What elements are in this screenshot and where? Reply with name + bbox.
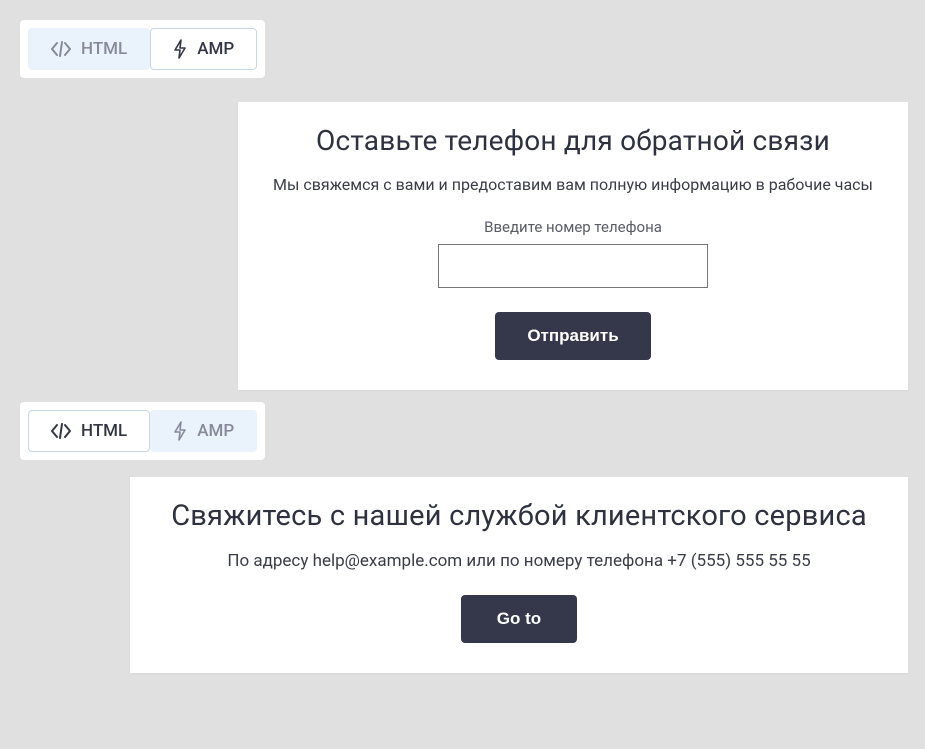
code-icon bbox=[51, 41, 71, 57]
callback-card: Оставьте телефон для обратной связи Мы с… bbox=[238, 102, 908, 390]
tab-group-top: HTML AMP bbox=[20, 20, 265, 78]
tab-amp[interactable]: AMP bbox=[150, 410, 257, 452]
submit-button[interactable]: Отправить bbox=[495, 312, 650, 360]
tab-html[interactable]: HTML bbox=[28, 410, 150, 452]
tab-label: HTML bbox=[81, 421, 127, 441]
phone-input[interactable] bbox=[438, 244, 708, 288]
callback-subtitle: Мы свяжемся с вами и предоставим вам пол… bbox=[268, 175, 878, 194]
callback-title: Оставьте телефон для обратной связи bbox=[268, 124, 878, 157]
goto-button[interactable]: Go to bbox=[461, 595, 577, 643]
tab-html[interactable]: HTML bbox=[28, 28, 150, 70]
lightning-icon bbox=[173, 421, 187, 441]
tab-label: AMP bbox=[197, 421, 234, 441]
contact-title: Свяжитесь с нашей службой клиентского се… bbox=[160, 499, 878, 533]
lightning-icon bbox=[173, 39, 187, 59]
contact-subtitle: По адресу help@example.com или по номеру… bbox=[160, 551, 878, 571]
phone-field-label: Введите номер телефона bbox=[268, 218, 878, 236]
tab-label: HTML bbox=[81, 39, 127, 59]
code-icon bbox=[51, 423, 71, 439]
contact-card: Свяжитесь с нашей службой клиентского се… bbox=[130, 477, 908, 673]
tab-amp[interactable]: AMP bbox=[150, 28, 257, 70]
tab-label: AMP bbox=[197, 39, 234, 59]
tab-group-bottom: HTML AMP bbox=[20, 402, 265, 460]
